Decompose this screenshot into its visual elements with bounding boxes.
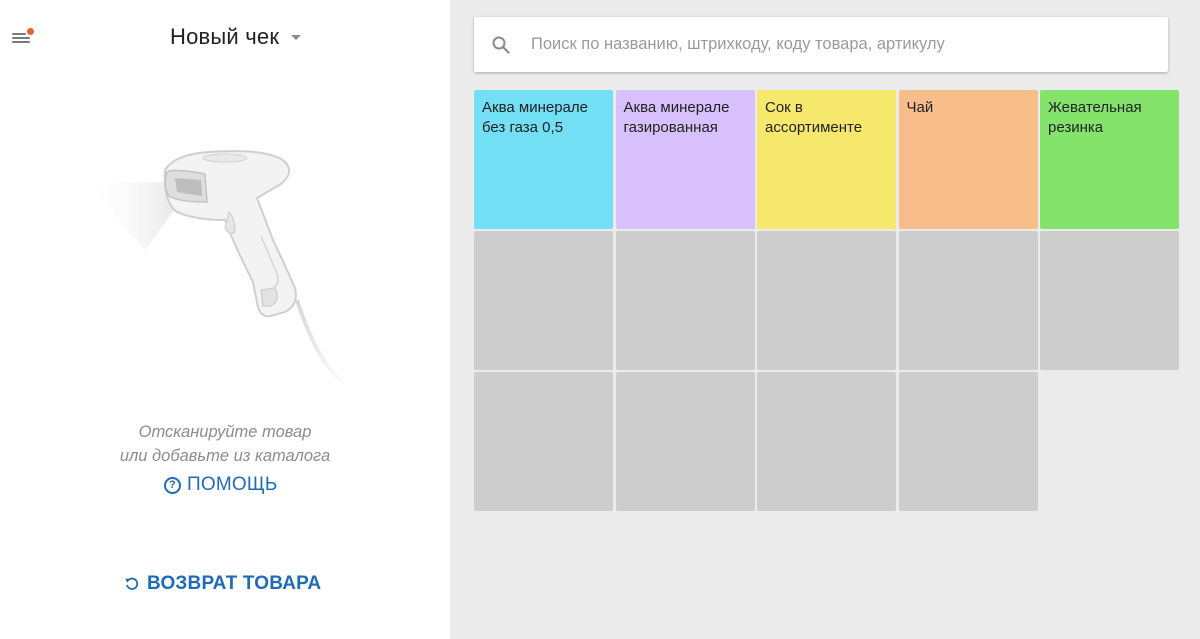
scan-hint-line1: Отсканируйте товар <box>138 423 312 441</box>
product-tile[interactable]: Чай <box>898 90 1038 229</box>
product-tiles-grid: Аква минерале без газа 0,5 Аква минерале … <box>474 90 1179 511</box>
notification-dot <box>27 28 34 35</box>
empty-tile-slot[interactable] <box>615 231 755 370</box>
chevron-down-icon <box>291 34 302 40</box>
return-goods-button[interactable]: ВОЗВРАТ ТОВАРА <box>124 573 321 595</box>
help-label: ПОМОЩЬ <box>187 474 278 495</box>
undo-icon <box>125 577 139 590</box>
empty-tile-slot[interactable] <box>898 372 1038 511</box>
menu-icon-bar <box>12 41 30 43</box>
product-tile[interactable]: Аква минерале без газа 0,5 <box>474 90 613 229</box>
empty-tile-slot[interactable] <box>474 372 613 511</box>
catalog-panel: Аква минерале без газа 0,5Аква минерале … <box>450 0 1200 639</box>
search-box[interactable] <box>474 17 1168 72</box>
barcode-scanner-illustration <box>85 150 349 387</box>
help-link[interactable]: ? ПОМОЩЬ <box>164 474 278 496</box>
empty-tile-slot[interactable] <box>474 231 613 370</box>
menu-icon-bar <box>12 37 30 39</box>
help-circle-icon: ? <box>164 476 181 494</box>
empty-tile-slot[interactable] <box>757 231 896 370</box>
return-label: ВОЗВРАТ ТОВАРА <box>147 573 322 594</box>
menu-icon <box>12 33 26 35</box>
search-input[interactable] <box>529 34 1149 55</box>
product-tile[interactable]: Жевательная резинка <box>1040 90 1179 229</box>
menu-button[interactable] <box>12 28 34 46</box>
pos-app: Новый чек Отсканируйте товар или добавьт… <box>0 0 1200 639</box>
product-tile[interactable]: Аква минерале газированная <box>615 90 755 229</box>
empty-tile-slot[interactable] <box>1040 231 1179 370</box>
search-icon <box>492 36 510 54</box>
product-tile[interactable]: Сок в ассортименте <box>757 90 896 229</box>
receipt-title: Новый чек <box>170 24 280 49</box>
empty-tile-slot[interactable] <box>757 372 896 511</box>
empty-tile-slot[interactable] <box>615 372 755 511</box>
receipt-panel: Новый чек Отсканируйте товар или добавьт… <box>0 0 450 639</box>
receipt-selector[interactable]: Новый чек <box>170 24 302 50</box>
scan-hint-line2: или добавьте из каталога <box>119 447 331 465</box>
empty-tile-slot[interactable] <box>898 231 1038 370</box>
scan-hint: Отсканируйте товар или добавьте из катал… <box>0 420 450 468</box>
